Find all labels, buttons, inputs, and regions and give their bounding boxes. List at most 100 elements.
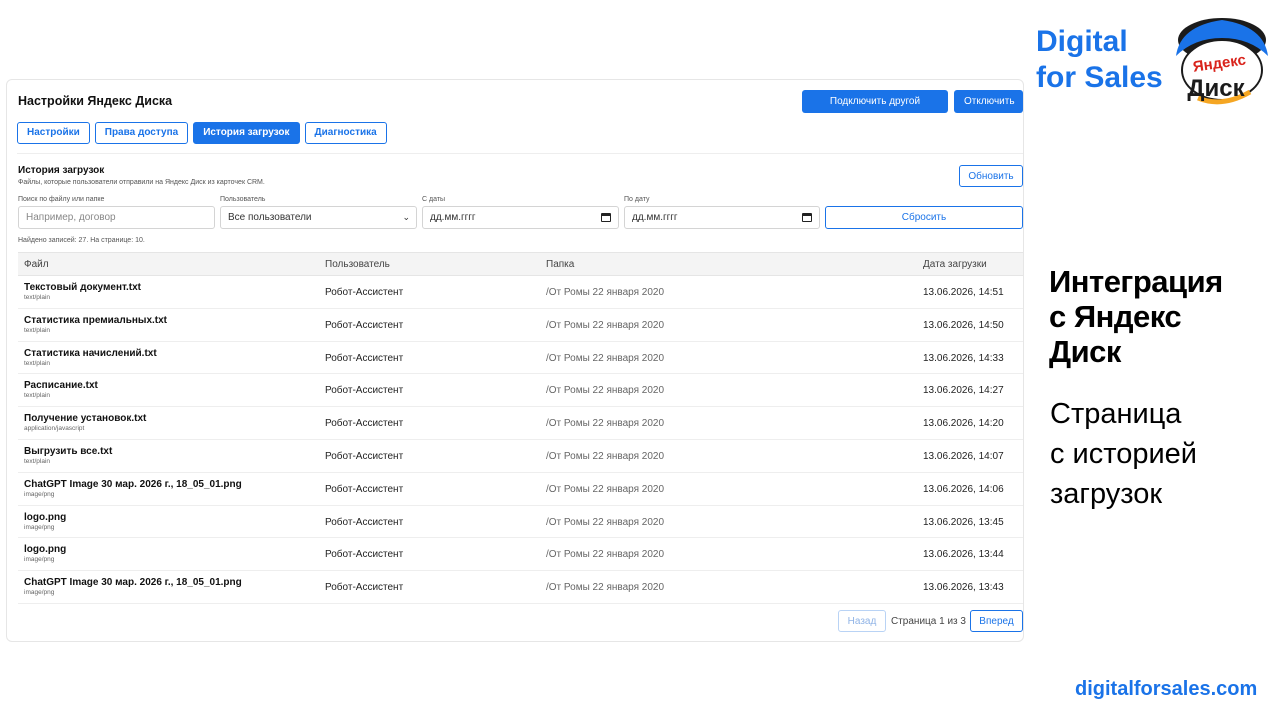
user-cell: Робот-Ассистент <box>325 516 404 528</box>
folder-cell: /От Ромы 22 января 2020 <box>546 483 665 495</box>
date-from-label: С даты <box>422 196 446 203</box>
file-name[interactable]: Расписание.txt <box>24 380 98 391</box>
tab-upload-history[interactable]: История загрузок <box>193 122 300 144</box>
tab-access-rights[interactable]: Права доступа <box>94 122 189 144</box>
user-cell: Робот-Ассистент <box>325 549 404 561</box>
file-name[interactable]: ChatGPT Image 30 мар. 2026 г., 18_05_01.… <box>24 577 242 588</box>
user-filter-label: Пользователь <box>220 196 266 203</box>
logo-text-bottom: Диск <box>1187 75 1245 102</box>
file-mime-type: text/plain <box>24 326 51 334</box>
slide-headline: Интеграция с Яндекс Диск <box>1049 264 1223 369</box>
calendar-icon[interactable] <box>601 213 611 222</box>
date-to-label: По дату <box>624 196 650 203</box>
file-cell: Текстовый документ.txt text/plain <box>24 282 141 301</box>
file-name[interactable]: ChatGPT Image 30 мар. 2026 г., 18_05_01.… <box>24 479 242 490</box>
folder-cell: /От Ромы 22 января 2020 <box>546 450 665 462</box>
next-page-button[interactable]: Вперед <box>970 610 1023 632</box>
table-row[interactable]: Статистика начислений.txt text/plain Робот… <box>18 342 1023 375</box>
file-cell: logo.png image/png <box>24 544 66 563</box>
page-indicator: Страница 1 из 3 <box>891 616 966 627</box>
search-input[interactable] <box>26 207 207 228</box>
table-body: Текстовый документ.txt text/plain Робот-Ас… <box>18 276 1023 604</box>
user-cell: Робот-Ассистент <box>325 319 404 331</box>
yandex-disk-settings-panel: Настройки Яндекс Диска Подключить другой… <box>6 79 1024 642</box>
file-cell: ChatGPT Image 30 мар. 2026 г., 18_05_01.… <box>24 479 242 498</box>
calendar-icon[interactable] <box>802 213 812 222</box>
upload-date-cell: 13.06.2026, 14:33 <box>923 352 1004 364</box>
brand-line-1: Digital <box>1036 25 1128 58</box>
table-row[interactable]: logo.png image/png Робот-Ассистент/От Ромы… <box>18 538 1023 572</box>
connect-other-account-button[interactable]: Подключить другой аккаунт <box>802 90 948 130</box>
prev-page-button[interactable]: Назад <box>838 610 886 632</box>
table-header: Файл Пользователь Папка Дата загрузки <box>18 252 1023 276</box>
folder-cell: /От Ромы 22 января 2020 <box>546 287 665 298</box>
user-cell: Робот-Ассистент <box>325 352 404 364</box>
file-cell: Получение установок.txt application/javas… <box>24 413 146 432</box>
refresh-button[interactable]: Обновить <box>959 165 1023 187</box>
tab-diagnostics[interactable]: Диагностика <box>304 122 387 144</box>
file-mime-type: text/plain <box>24 457 51 465</box>
chevron-down-icon: ⌄ <box>402 212 410 222</box>
user-cell: Робот-Ассистент <box>325 582 404 594</box>
file-mime-type: text/plain <box>24 359 51 367</box>
user-cell: Робот-Ассистент <box>325 287 404 298</box>
folder-cell: /От Ромы 22 января 2020 <box>546 516 665 528</box>
date-from-value: дд.мм.гггг <box>430 212 476 223</box>
subheadline-line: загрузок <box>1050 478 1163 510</box>
reset-filters-button[interactable]: Сбросить <box>825 206 1023 229</box>
file-mime-type: application/javascript <box>24 425 85 433</box>
section-title: История загрузок <box>18 165 105 176</box>
table-row[interactable]: Выгрузить все.txt text/plain Робот-Ассисте… <box>18 440 1023 473</box>
disconnect-button[interactable]: Отключить <box>954 90 1023 113</box>
file-name[interactable]: Статистика начислений.txt <box>24 348 157 359</box>
user-select[interactable]: Все пользователи ⌄ <box>220 206 417 229</box>
file-name[interactable]: Текстовый документ.txt <box>24 282 141 293</box>
file-name[interactable]: Выгрузить все.txt <box>24 446 112 457</box>
table-row[interactable]: Получение установок.txt application/javas… <box>18 407 1023 440</box>
table-row[interactable]: Текстовый документ.txt text/plain Робот-Ас… <box>18 276 1023 309</box>
file-mime-type: text/plain <box>24 294 51 301</box>
file-name[interactable]: Получение установок.txt <box>24 413 146 424</box>
date-from-input[interactable]: дд.мм.гггг <box>422 206 619 229</box>
user-select-value: Все пользователи <box>228 212 312 223</box>
brand-wordmark: Digital for Sales <box>1036 24 1163 96</box>
upload-date-cell: 13.06.2026, 13:43 <box>923 582 1004 594</box>
table-row[interactable]: ChatGPT Image 30 мар. 2026 г., 18_05_01.… <box>18 473 1023 506</box>
slide-subheadline: Страница с историей загрузок <box>1050 394 1197 514</box>
column-header-folder: Папка <box>546 259 575 270</box>
file-cell: Статистика премиальных.txt text/plain <box>24 315 167 334</box>
column-header-date: Дата загрузки <box>923 259 987 270</box>
file-cell: Расписание.txt text/plain <box>24 380 98 399</box>
date-to-value: дд.мм.гггг <box>632 212 678 223</box>
records-count: Найдено записей: 27. На странице: 10. <box>18 237 145 244</box>
column-header-file: Файл <box>24 259 49 270</box>
table-row[interactable]: Расписание.txt text/plain Робот-Ассистент /… <box>18 374 1023 408</box>
column-header-user: Пользователь <box>325 259 390 270</box>
tab-bar: Настройки Права доступа История загрузок… <box>17 122 387 144</box>
folder-cell: /От Ромы 22 января 2020 <box>546 582 665 594</box>
yandex-disk-logo: Яндекс Диск <box>1176 18 1268 105</box>
file-name[interactable]: Статистика премиальных.txt <box>24 315 167 326</box>
file-cell: Выгрузить все.txt text/plain <box>24 446 112 465</box>
file-name[interactable]: logo.png <box>24 512 66 523</box>
upload-date-cell: 13.06.2026, 14:27 <box>923 385 1004 397</box>
divider <box>17 153 1023 154</box>
file-mime-type: image/png <box>24 556 55 564</box>
folder-cell: /От Ромы 22 января 2020 <box>546 319 665 331</box>
user-cell: Робот-Ассистент <box>325 483 404 495</box>
file-mime-type: image/png <box>24 490 55 498</box>
file-name[interactable]: logo.png <box>24 544 66 555</box>
table-row[interactable]: Статистика премиальных.txt text/plain Робо… <box>18 309 1023 342</box>
table-row[interactable]: ChatGPT Image 30 мар. 2026 г., 18_05_01.… <box>18 571 1023 604</box>
website-link[interactable]: digitalforsales.com <box>1075 678 1257 701</box>
upload-date-cell: 13.06.2026, 13:44 <box>923 549 1004 561</box>
upload-date-cell: 13.06.2026, 14:51 <box>923 287 1004 298</box>
date-to-input[interactable]: дд.мм.гггг <box>624 206 820 229</box>
file-cell: ChatGPT Image 30 мар. 2026 г., 18_05_01.… <box>24 577 242 596</box>
page-title: Настройки Яндекс Диска <box>18 94 173 108</box>
headline-line: с Яндекс <box>1049 299 1182 334</box>
table-row[interactable]: logo.png image/png Робот-Ассистент/От Ромы… <box>18 506 1023 539</box>
user-cell: Робот-Ассистент <box>325 418 404 430</box>
tab-settings[interactable]: Настройки <box>17 122 90 144</box>
search-input-wrapper <box>18 206 215 229</box>
